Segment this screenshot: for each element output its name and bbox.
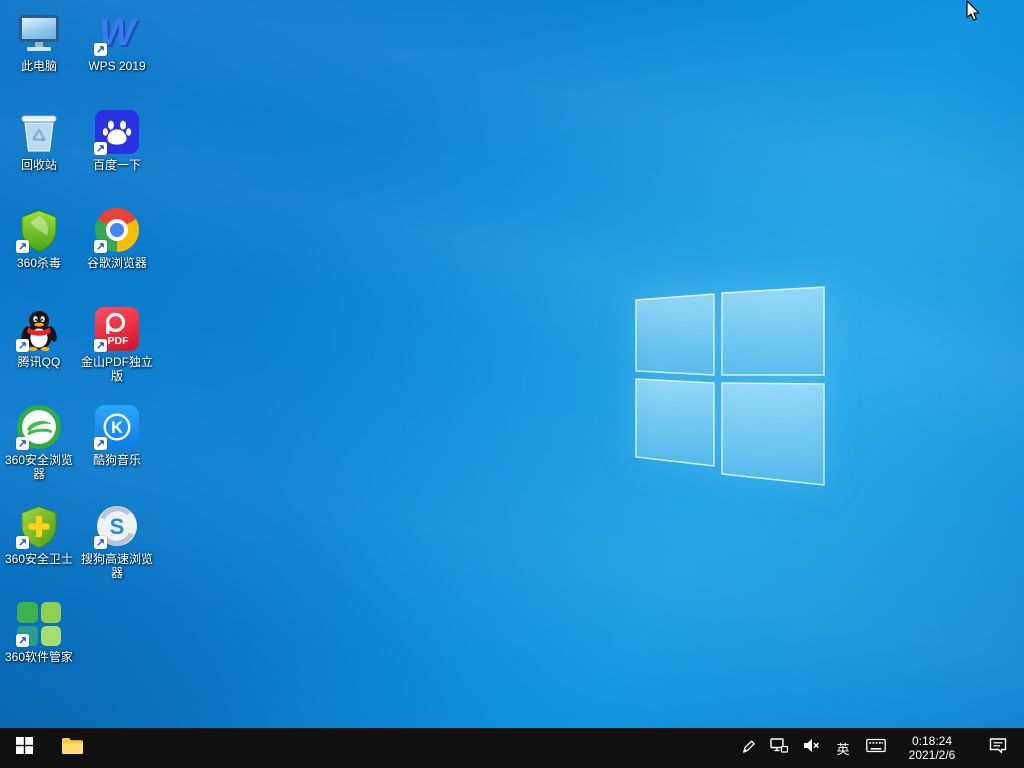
network-icon — [770, 737, 788, 759]
shortcut-arrow-icon — [94, 536, 107, 549]
icon-label: WPS 2019 — [88, 59, 145, 73]
desktop-icon-baidu[interactable]: 百度一下 — [79, 109, 155, 203]
wps-icon: W — [94, 10, 140, 56]
shortcut-arrow-icon — [94, 43, 107, 56]
desktop-icon-chrome[interactable]: 谷歌浏览器 — [79, 207, 155, 301]
desktop-icon-360-browser[interactable]: 360安全浏览器 — [1, 404, 77, 498]
file-explorer-icon — [61, 737, 83, 760]
windows-ink-button[interactable] — [739, 728, 756, 768]
file-explorer-button[interactable] — [48, 728, 96, 768]
svg-text:PDF: PDF — [108, 335, 130, 347]
chrome-icon — [94, 207, 140, 253]
desktop-icon-recycle-bin[interactable]: 回收站 — [1, 109, 77, 203]
recycle-bin-icon — [16, 109, 62, 155]
desktop-icon-this-pc[interactable]: 此电脑 — [1, 10, 77, 104]
clock-date: 2021/2/6 — [909, 748, 956, 762]
icon-label: 360安全卫士 — [5, 552, 73, 566]
shortcut-arrow-icon — [94, 339, 107, 352]
shortcut-arrow-icon — [94, 437, 107, 450]
desktop-icon-kingsoft-pdf[interactable]: PDF 金山PDF独立版 — [79, 306, 155, 400]
desktop: { "desktop": { "icons": [ { "label": "此电… — [0, 0, 1024, 768]
network-button[interactable] — [770, 728, 788, 768]
this-pc-icon — [16, 10, 62, 56]
icon-label: 360软件管家 — [5, 650, 73, 664]
desktop-icon-tencent-qq[interactable]: 腾讯QQ — [1, 306, 77, 400]
desktop-icon-kugou-music[interactable]: K 酷狗音乐 — [79, 404, 155, 498]
baidu-icon — [94, 109, 140, 155]
shortcut-arrow-icon — [16, 437, 29, 450]
kingsoft-pdf-icon: PDF — [94, 306, 140, 352]
speaker-muted-icon — [802, 737, 820, 759]
shortcut-arrow-icon — [16, 634, 29, 647]
svg-text:K: K — [111, 419, 123, 437]
360-safeguard-shield-icon — [16, 503, 62, 549]
keyboard-icon — [866, 738, 886, 758]
sogou-browser-icon: S — [94, 503, 140, 549]
shortcut-arrow-icon — [94, 142, 107, 155]
icon-label: 百度一下 — [93, 158, 141, 172]
windows-wallpaper-logo — [630, 283, 830, 491]
svg-text:S: S — [110, 514, 125, 539]
kugou-music-icon: K — [94, 404, 140, 450]
shortcut-arrow-icon — [16, 339, 29, 352]
icon-label: 腾讯QQ — [18, 355, 61, 369]
mouse-cursor — [964, 0, 982, 29]
start-button[interactable] — [0, 728, 48, 768]
icon-label: 360杀毒 — [17, 256, 61, 270]
icon-label: 搜狗高速浏览器 — [79, 552, 155, 580]
pen-icon — [739, 737, 756, 759]
action-center-button[interactable] — [978, 728, 1018, 768]
shortcut-arrow-icon — [16, 240, 29, 253]
360-browser-icon — [16, 404, 62, 450]
icon-label: 酷狗音乐 — [93, 453, 141, 467]
shortcut-arrow-icon — [94, 240, 107, 253]
icon-label: 金山PDF独立版 — [79, 355, 155, 383]
taskbar-clock[interactable]: 0:18:24 2021/2/6 — [900, 734, 964, 762]
clock-time: 0:18:24 — [912, 734, 952, 748]
qq-penguin-icon — [16, 306, 62, 352]
notification-icon — [989, 737, 1007, 759]
360-software-manager-icon — [16, 601, 62, 647]
taskbar: 英 0:18:24 2021/2/6 — [0, 728, 1024, 768]
system-tray: 英 0:18:24 2021/2/6 — [739, 728, 1024, 768]
icon-label: 此电脑 — [21, 59, 57, 73]
icon-label: 回收站 — [21, 158, 57, 172]
shortcut-arrow-icon — [16, 536, 29, 549]
desktop-icon-360-antivirus[interactable]: 360杀毒 — [1, 207, 77, 301]
desktop-icon-360-software-manager[interactable]: 360软件管家 — [1, 601, 77, 695]
desktop-icon-360-safeguard[interactable]: 360安全卫士 — [1, 503, 77, 597]
windows-logo-icon — [16, 737, 33, 759]
icon-label: 谷歌浏览器 — [87, 256, 147, 270]
360-antivirus-shield-icon — [16, 207, 62, 253]
desktop-icon-sogou-browser[interactable]: S 搜狗高速浏览器 — [79, 503, 155, 597]
touch-keyboard-button[interactable] — [866, 728, 886, 768]
icon-label: 360安全浏览器 — [1, 453, 77, 481]
volume-button[interactable] — [802, 728, 820, 768]
ime-indicator[interactable]: 英 — [834, 728, 852, 768]
desktop-icon-wps-2019[interactable]: W WPS 2019 — [79, 10, 155, 104]
